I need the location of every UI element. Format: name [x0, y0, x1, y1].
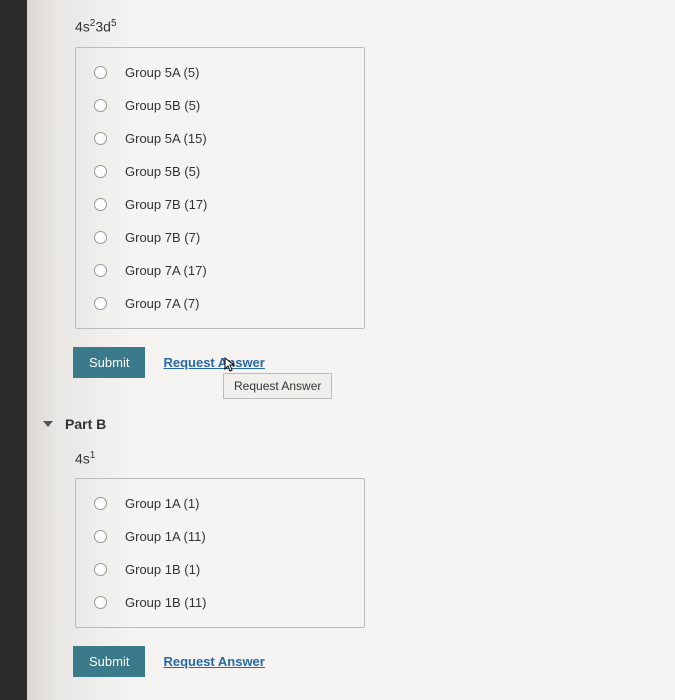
- option-row[interactable]: Group 5A (5): [84, 56, 352, 89]
- radio-icon[interactable]: [94, 297, 107, 310]
- radio-icon[interactable]: [94, 530, 107, 543]
- submit-button[interactable]: Submit: [73, 347, 145, 378]
- radio-icon[interactable]: [94, 264, 107, 277]
- option-label: Group 5B (5): [125, 98, 200, 113]
- option-label: Group 5A (5): [125, 65, 199, 80]
- part-a-actions: Submit Request Answer Request Answer: [73, 347, 675, 378]
- option-label: Group 7A (7): [125, 296, 199, 311]
- option-label: Group 7B (17): [125, 197, 207, 212]
- radio-icon[interactable]: [94, 99, 107, 112]
- option-row[interactable]: Group 5B (5): [84, 155, 352, 188]
- tooltip: Request Answer: [223, 373, 332, 399]
- option-row[interactable]: Group 5A (15): [84, 122, 352, 155]
- submit-button[interactable]: Submit: [73, 646, 145, 677]
- option-row[interactable]: Group 1B (11): [84, 586, 352, 619]
- part-a-question: 4s23d5: [75, 18, 675, 35]
- option-label: Group 7A (17): [125, 263, 207, 278]
- part-b-header[interactable]: Part B: [43, 416, 675, 432]
- radio-icon[interactable]: [94, 198, 107, 211]
- option-label: Group 5B (5): [125, 164, 200, 179]
- option-label: Group 1B (1): [125, 562, 200, 577]
- option-row[interactable]: Group 7B (17): [84, 188, 352, 221]
- part-b-actions: Submit Request Answer: [73, 646, 675, 677]
- option-row[interactable]: Group 7A (17): [84, 254, 352, 287]
- chevron-down-icon: [43, 421, 53, 427]
- option-label: Group 1A (1): [125, 496, 199, 511]
- option-row[interactable]: Group 5B (5): [84, 89, 352, 122]
- option-row[interactable]: Group 1A (11): [84, 520, 352, 553]
- option-row[interactable]: Group 7B (7): [84, 221, 352, 254]
- radio-icon[interactable]: [94, 66, 107, 79]
- option-row[interactable]: Group 1B (1): [84, 553, 352, 586]
- part-a-options: Group 5A (5) Group 5B (5) Group 5A (15) …: [75, 47, 365, 329]
- radio-icon[interactable]: [94, 165, 107, 178]
- option-label: Group 1A (11): [125, 529, 206, 544]
- part-title: Part B: [65, 416, 106, 432]
- request-answer-link[interactable]: Request Answer: [163, 654, 264, 669]
- option-label: Group 7B (7): [125, 230, 200, 245]
- radio-icon[interactable]: [94, 132, 107, 145]
- option-label: Group 5A (15): [125, 131, 207, 146]
- radio-icon[interactable]: [94, 497, 107, 510]
- part-b-question: 4s1: [75, 450, 675, 467]
- part-b-options: Group 1A (1) Group 1A (11) Group 1B (1) …: [75, 478, 365, 628]
- option-row[interactable]: Group 1A (1): [84, 487, 352, 520]
- option-label: Group 1B (11): [125, 595, 206, 610]
- radio-icon[interactable]: [94, 596, 107, 609]
- option-row[interactable]: Group 7A (7): [84, 287, 352, 320]
- radio-icon[interactable]: [94, 231, 107, 244]
- request-answer-link[interactable]: Request Answer: [163, 355, 264, 370]
- radio-icon[interactable]: [94, 563, 107, 576]
